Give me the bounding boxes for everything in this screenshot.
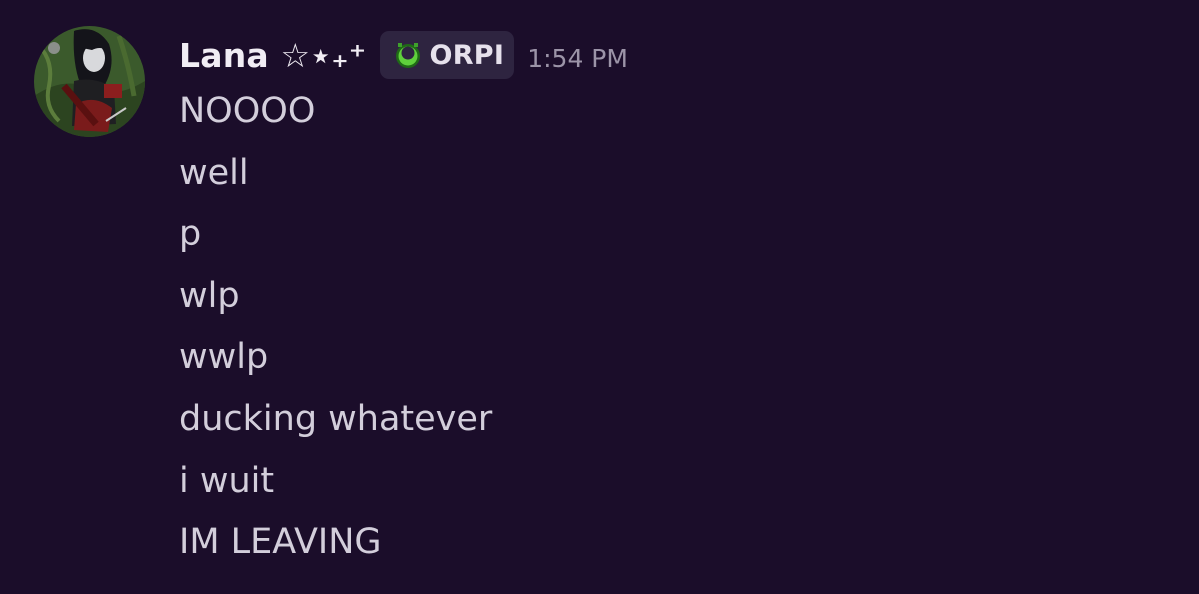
- avatar[interactable]: [34, 26, 145, 137]
- message-line[interactable]: i wuit: [179, 452, 492, 514]
- server-tag[interactable]: ORPI: [380, 31, 515, 79]
- server-tag-label: ORPI: [429, 39, 505, 71]
- green-ring-icon: [392, 39, 424, 71]
- message-line[interactable]: p: [179, 205, 492, 267]
- avatar-image: [34, 26, 145, 137]
- message-header: Lana ☆⋆₊⁺ ORPI 1:54 PM: [179, 29, 628, 81]
- message-lines: NOOOO well p wlp wwlp ducking whatever i…: [179, 82, 492, 575]
- message-line[interactable]: NOOOO: [179, 82, 492, 144]
- message-line[interactable]: wlp: [179, 267, 492, 329]
- message-line[interactable]: wwlp: [179, 328, 492, 390]
- username[interactable]: Lana ☆⋆₊⁺: [179, 36, 366, 75]
- message-line[interactable]: IM LEAVING: [179, 513, 492, 575]
- timestamp[interactable]: 1:54 PM: [527, 44, 628, 73]
- message-line[interactable]: well: [179, 144, 492, 206]
- chat-message: Lana ☆⋆₊⁺ ORPI 1:54 PM NOOOO well p wlp …: [0, 0, 1199, 594]
- message-line[interactable]: ducking whatever: [179, 390, 492, 452]
